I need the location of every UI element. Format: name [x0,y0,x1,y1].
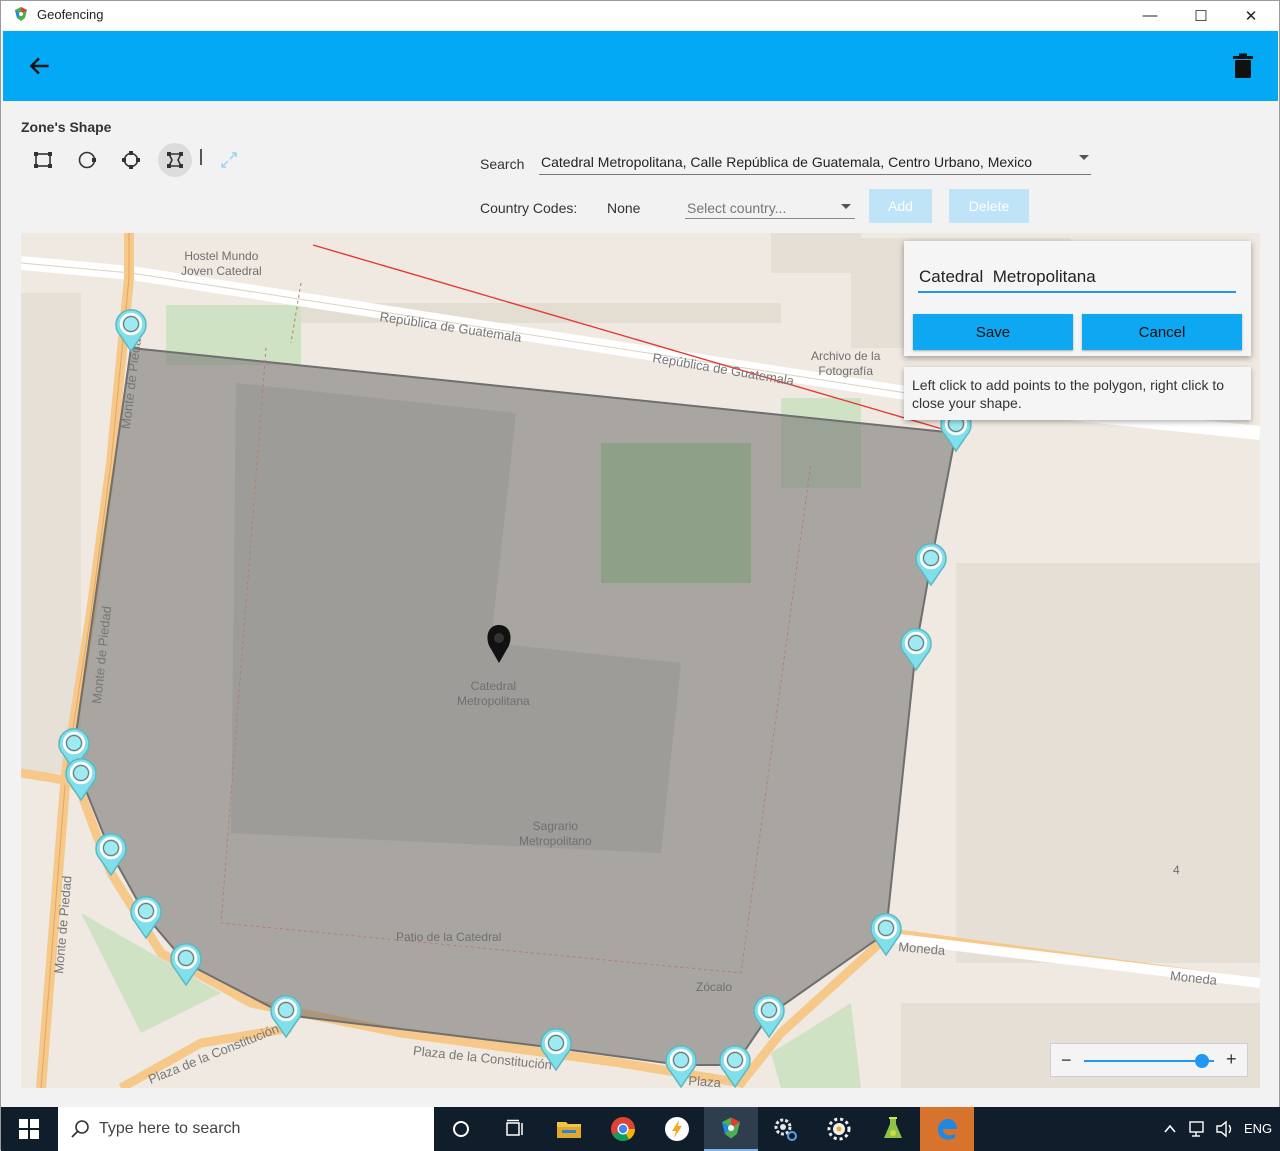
polygon-vertex-marker[interactable] [537,1024,575,1072]
search-label: Search [480,156,525,172]
flask-app-icon [884,1117,902,1138]
sun-app-icon [827,1117,851,1141]
route-shape-button[interactable] [114,143,148,177]
language-indicator[interactable]: ENG [1244,1121,1272,1136]
app-window: Geofencing — ☐ ✕ Zone's Shape Search Cat… [0,0,1280,1151]
country-select-placeholder: Select country... [687,200,787,216]
rectangle-shape-button[interactable] [26,143,60,177]
flask-app-button[interactable] [866,1107,920,1151]
network-icon[interactable] [1188,1120,1208,1138]
settings-button[interactable] [758,1107,812,1151]
drawing-hint: Left click to add points to the polygon,… [904,367,1251,420]
route-shape-icon [122,151,140,169]
geofencing-app-icon [722,1117,740,1139]
circle-shape-icon [78,151,96,169]
task-view-button[interactable] [488,1107,542,1151]
chrome-icon [611,1117,635,1142]
polygon-vertex-marker[interactable] [716,1041,754,1088]
country-codes-label: Country Codes: [480,200,578,216]
polygon-vertex-marker[interactable] [662,1041,700,1088]
country-select[interactable]: Select country... [685,193,855,219]
cancel-button[interactable]: Cancel [1082,314,1242,350]
settings-icon [774,1118,797,1141]
trash-icon[interactable] [1231,53,1255,79]
circle-shape-button[interactable] [70,143,104,177]
polygon-vertex-marker[interactable] [897,624,935,672]
zoom-control: − + [1050,1043,1248,1077]
map-base-layer [21,233,1260,1088]
title-bar: Geofencing — ☐ ✕ [1,1,1279,30]
search-icon [71,1120,89,1138]
cortana-button[interactable] [434,1107,488,1151]
polygon-vertex-marker[interactable] [112,305,150,353]
polygon-vertex-marker[interactable] [267,991,305,1039]
lightning-app-button[interactable] [650,1107,704,1151]
zoom-in-button[interactable]: + [1226,1049,1237,1070]
taskbar-search-box[interactable]: Type here to search [58,1107,434,1151]
window-title: Geofencing [37,7,104,22]
map-label-number: 4 [1173,863,1180,877]
maximize-button[interactable]: ☐ [1178,1,1224,30]
country-codes-value: None [607,200,641,216]
chevron-up-icon[interactable] [1163,1122,1177,1136]
polygon-vertex-marker[interactable] [62,754,100,802]
polygon-shape-icon [167,152,183,168]
windows-start-icon[interactable] [19,1119,39,1139]
polygon-vertex-marker[interactable] [912,539,950,587]
file-explorer-icon [557,1122,581,1138]
map-label-sagrario: Sagrario Metropolitano [519,819,592,848]
zone-name-popup: Save Cancel [904,241,1251,356]
polygon-vertex-marker[interactable] [92,829,130,877]
search-input[interactable] [539,149,1091,175]
map-label-zocalo: Zócalo [696,980,733,994]
chrome-button[interactable] [596,1107,650,1151]
map-view[interactable]: Hostel Mundo Joven Catedral Archivo de l… [21,233,1260,1088]
map-label-catedral: Catedral Metropolitana [457,679,530,708]
zoom-out-button[interactable]: − [1061,1050,1072,1071]
close-button[interactable]: ✕ [1228,1,1274,30]
chevron-down-icon [841,204,851,209]
arrow-left-icon[interactable] [27,53,53,79]
volume-icon[interactable] [1215,1120,1235,1138]
app-bar [3,31,1278,101]
rectangle-shape-icon [34,152,52,168]
search-dropdown-caret-icon[interactable] [1079,155,1089,160]
zone-shape-label: Zone's Shape [21,119,112,135]
cortana-icon [453,1121,469,1137]
taskbar: Type here to search ENG [1,1107,1280,1151]
save-button[interactable]: Save [913,314,1073,350]
polygon-vertex-marker[interactable] [867,909,905,957]
task-view-icon [506,1119,523,1136]
fullscreen-button[interactable] [212,143,246,177]
delete-country-button[interactable]: Delete [949,189,1029,223]
toolbar-separator [200,149,202,165]
geofencing-app-button[interactable] [704,1107,758,1151]
file-explorer-button[interactable] [542,1107,596,1151]
polygon-shape-button[interactable] [158,143,192,177]
minimize-button[interactable]: — [1127,1,1173,30]
expand-icon [221,152,237,168]
polygon-vertex-marker[interactable] [750,991,788,1039]
polygon-vertex-marker[interactable] [167,939,205,987]
add-country-button[interactable]: Add [869,189,932,223]
edge-icon [938,1119,957,1140]
map-label-archivo: Archivo de la Fotografía [811,349,881,378]
lightning-app-icon [665,1117,689,1141]
map-label-patio: Patio de la Catedral [396,930,502,944]
map-label-hostel: Hostel Mundo Joven Catedral [181,249,262,278]
polygon-vertex-marker[interactable] [127,892,165,940]
zoom-slider-thumb[interactable] [1195,1054,1209,1068]
sun-app-button[interactable] [812,1107,866,1151]
edge-button[interactable] [920,1107,974,1151]
zone-name-input[interactable] [918,263,1236,293]
taskbar-search-placeholder: Type here to search [99,1120,241,1137]
geofencing-logo-icon [15,7,27,21]
